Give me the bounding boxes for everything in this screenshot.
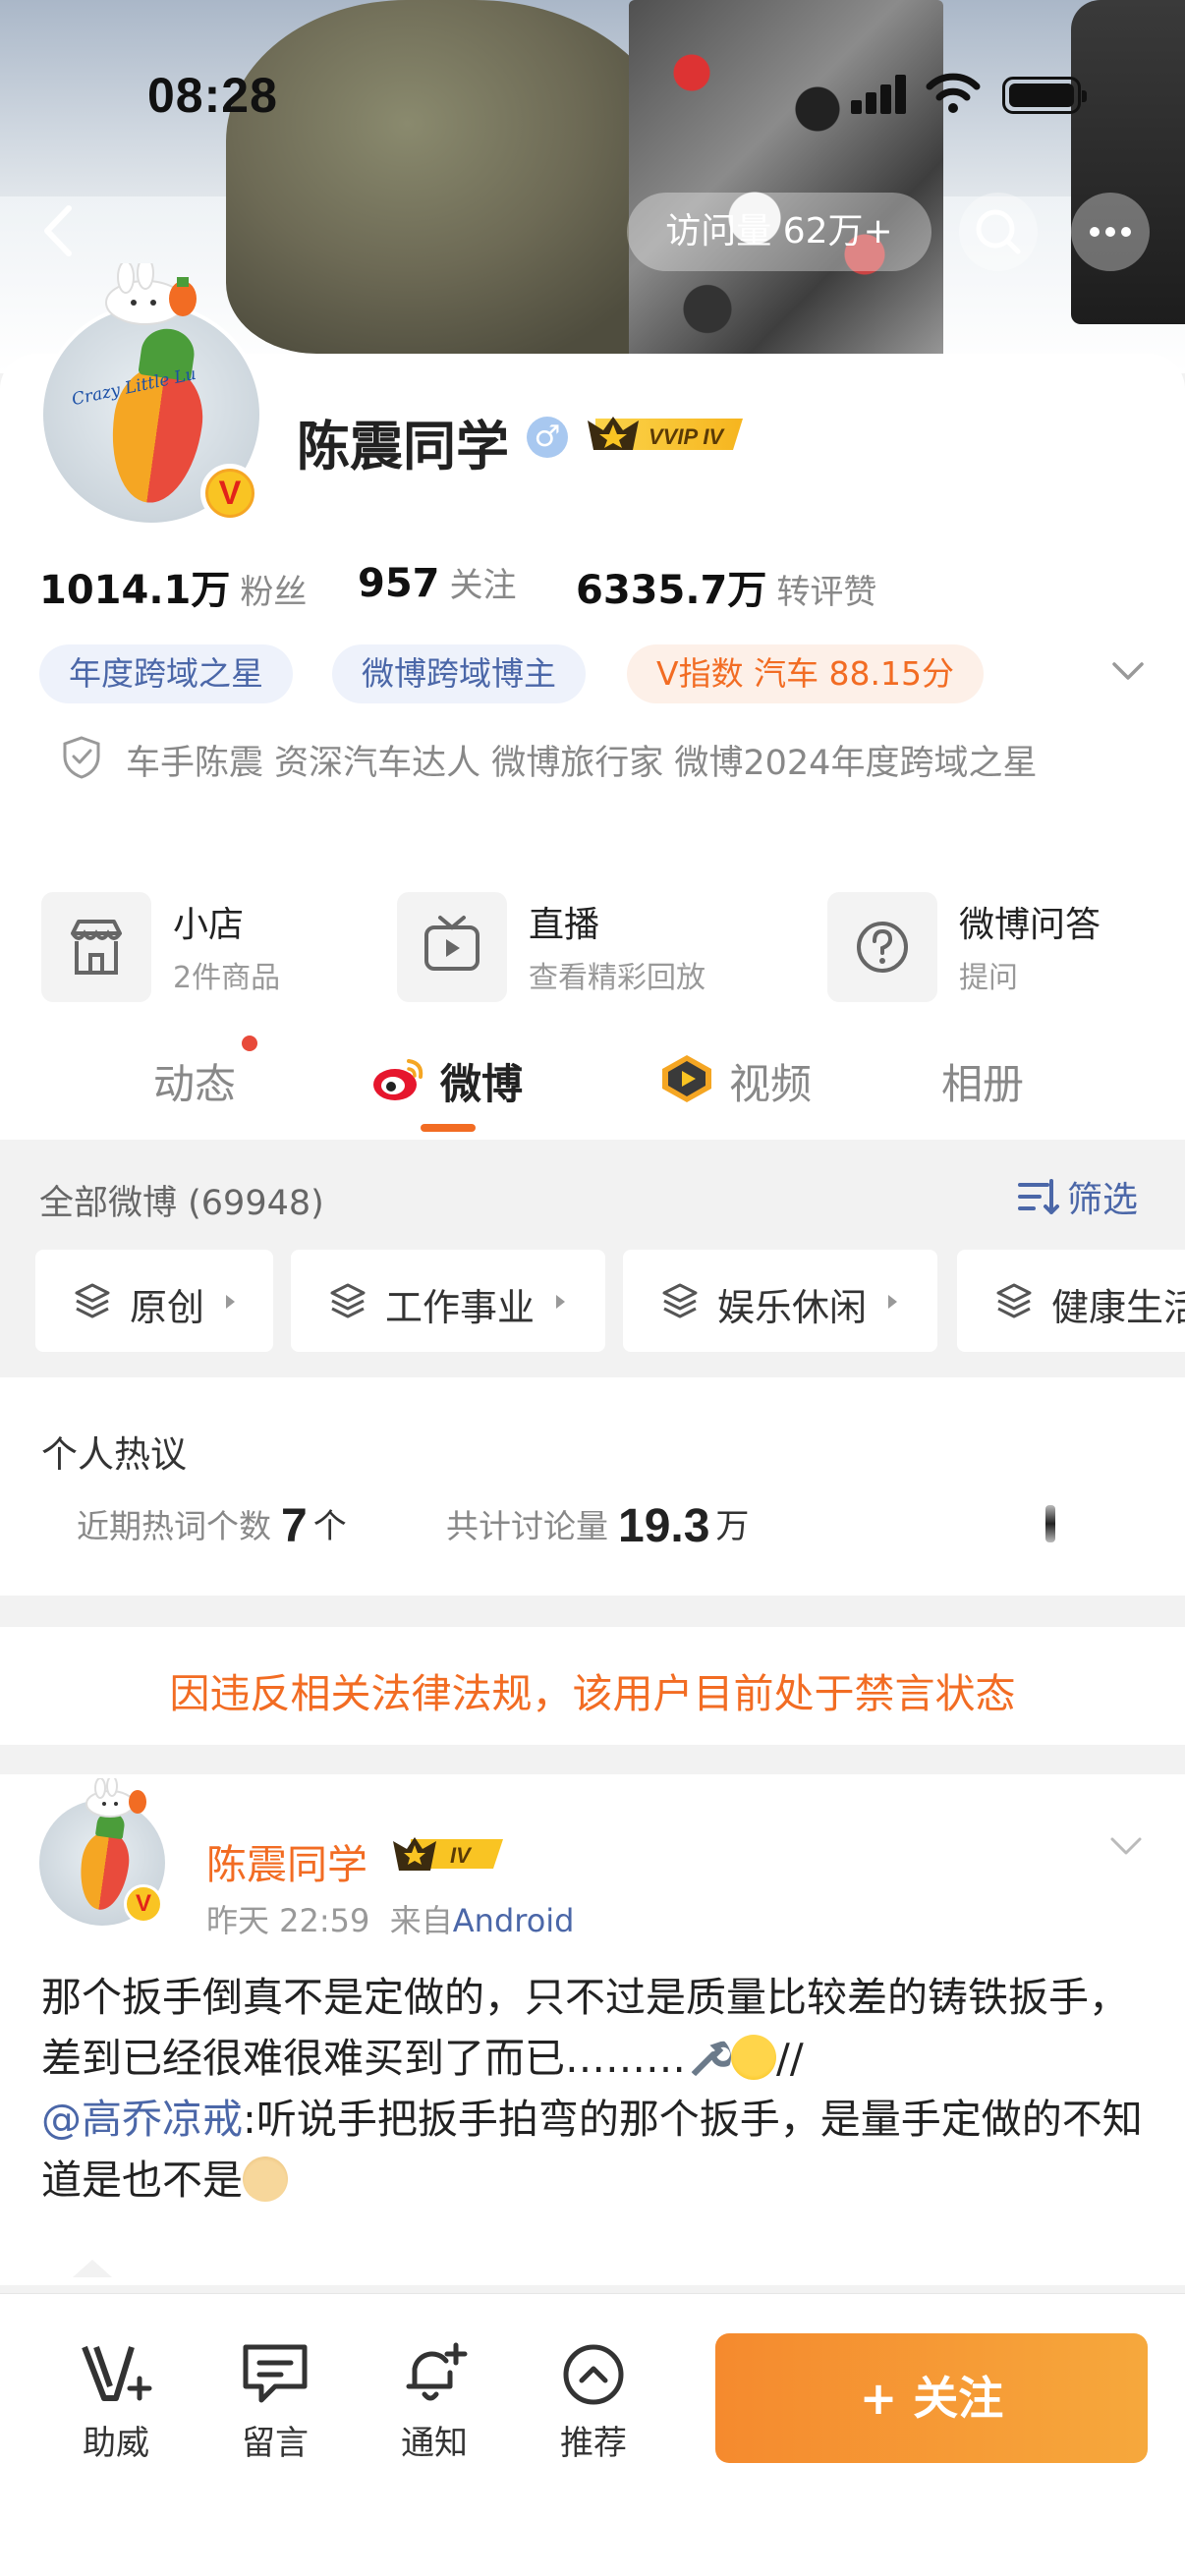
notify-button[interactable]: 通知 (375, 2339, 493, 2464)
chip-original[interactable]: 原创 (35, 1250, 273, 1352)
message-icon (243, 2344, 308, 2403)
message-button[interactable]: 留言 (216, 2339, 334, 2464)
layers-icon (996, 1283, 1032, 1318)
tv-icon (397, 892, 507, 1002)
layers-icon (330, 1283, 366, 1318)
shortcut-live[interactable]: 直播 查看精彩回放 (397, 890, 790, 1004)
follow-button[interactable]: + 关注 (715, 2333, 1148, 2463)
post-divider-notch (73, 2260, 112, 2277)
total-discussion: 共计讨论量 19.3 万 (446, 1500, 750, 1552)
search-button[interactable] (959, 193, 1038, 271)
status-time: 08:28 (147, 68, 278, 123)
ban-notice-text: 因违反相关法律法规，该用户目前处于禁言状态 (169, 1670, 1016, 1717)
laugh-cry-emoji-icon (731, 2035, 776, 2080)
hot-discussion-card[interactable]: 个人热议 近期热词个数 7 个 共计讨论量 19.3 万 (0, 1377, 1185, 1596)
chip-entertainment[interactable]: 娱乐休闲 (623, 1250, 937, 1352)
shortcut-qa[interactable]: 微博问答 提问 (827, 890, 1161, 1004)
video-icon (662, 1055, 711, 1102)
vvip-badge[interactable]: VVIP IV (586, 413, 753, 456)
filter-section: 全部微博 (69948) 筛选 原创 工作事业 娱乐休闲 健康生活 (0, 1140, 1185, 1377)
chevron-up-circle-icon (563, 2344, 624, 2405)
scroll-indicator (1045, 1505, 1055, 1542)
mention-link[interactable]: @高乔凉戒 (41, 2096, 243, 2143)
more-dots-icon (1090, 227, 1131, 237)
shortcut-store[interactable]: 小店 2件商品 (41, 890, 356, 1004)
layers-icon (75, 1283, 110, 1318)
filter-icon (1018, 1179, 1059, 1214)
post-source: Android (452, 1902, 575, 1939)
shortcut-row: 小店 2件商品 直播 查看精彩回放 微博问答 提问 (0, 890, 1185, 1008)
recent-hot-words: 近期热词个数 7 个 (77, 1500, 347, 1552)
tab-weibo[interactable]: 微博 (440, 1051, 523, 1111)
profile-tabs: 动态 微博 视频 相册 (0, 1041, 1185, 1140)
tab-album[interactable]: 相册 (941, 1051, 1024, 1111)
stat-interactions[interactable]: 6335.7万 转评赞 (576, 558, 876, 615)
bunny-pendant-icon (85, 1778, 146, 1818)
tag-cross-domain-star[interactable]: 年度跨域之星 (39, 644, 293, 703)
ban-notice: 因违反相关法律法规，该用户目前处于禁言状态 (0, 1627, 1185, 1745)
question-icon (827, 892, 937, 1002)
more-button[interactable] (1071, 193, 1150, 271)
stat-following[interactable]: 957 关注 (358, 558, 517, 606)
all-posts-count: 全部微博 (69948) (39, 1184, 324, 1223)
tab-video[interactable]: 视频 (729, 1051, 812, 1111)
tag-v-index[interactable]: V指数 汽车 88.15分 (627, 644, 985, 703)
doge-emoji-icon (243, 2156, 288, 2202)
verified-v-badge: V (200, 464, 259, 523)
wifi-icon (926, 73, 981, 113)
signal-icon (851, 75, 908, 114)
profile-name: 陈震同学 (297, 416, 509, 477)
tab-dynamic[interactable]: 动态 (153, 1051, 236, 1111)
chevron-down-icon[interactable] (1106, 1833, 1146, 1861)
visits-counter[interactable]: 访问量 62万+ (627, 193, 931, 271)
male-gender-icon (527, 417, 568, 458)
chip-work[interactable]: 工作事业 (291, 1250, 605, 1352)
post-meta: 昨天 22:59 来自Android (206, 1902, 575, 1939)
battery-icon (1002, 77, 1087, 114)
weibo-logo-icon (373, 1059, 423, 1100)
cheer-button[interactable]: 助威 (57, 2339, 175, 2464)
cheer-v-icon (82, 2345, 152, 2401)
shield-icon (63, 736, 100, 779)
stat-fans[interactable]: 1014.1万 粉丝 (39, 558, 307, 615)
bottom-action-bar: 助威 留言 通知 推荐 + 关注 (0, 2293, 1185, 2576)
svg-text:VVIP IV: VVIP IV (649, 424, 726, 449)
bell-plus-icon (406, 2342, 468, 2401)
hot-discussion-title: 个人热议 (41, 1433, 187, 1476)
chevron-down-icon[interactable] (1108, 656, 1148, 686)
chip-health[interactable]: 健康生活 (957, 1250, 1185, 1352)
filter-button[interactable]: 筛选 (1067, 1171, 1138, 1222)
active-tab-indicator (421, 1124, 476, 1132)
store-icon (41, 892, 151, 1002)
level-badge: IV (393, 1837, 503, 1871)
wrench-emoji-icon (691, 2041, 731, 2077)
back-button[interactable] (29, 196, 88, 265)
bunny-pendant-icon (105, 263, 197, 325)
svg-text:IV: IV (450, 1843, 473, 1868)
post-card[interactable]: V 陈震同学 IV 昨天 22:59 来自Android 那个扳手倒真不是定做的… (0, 1774, 1185, 2285)
post-author[interactable]: 陈震同学 (206, 1831, 367, 1890)
status-bar: 08:28 (0, 0, 1185, 187)
profile-bio: 车手陈震 资深汽车达人 微博旅行家 微博2024年度跨域之星 (126, 744, 1038, 783)
search-icon (976, 209, 1021, 254)
layers-icon (662, 1283, 698, 1318)
post-text: 那个扳手倒真不是定做的，只不过是质量比较差的铸铁扳手，差到已经很难很难买到了而已… (41, 1974, 1143, 2204)
recommend-button[interactable]: 推荐 (535, 2339, 652, 2464)
unread-dot (242, 1036, 257, 1051)
verified-v-badge: V (124, 1884, 163, 1924)
tag-cross-domain-blogger[interactable]: 微博跨域博主 (332, 644, 586, 703)
